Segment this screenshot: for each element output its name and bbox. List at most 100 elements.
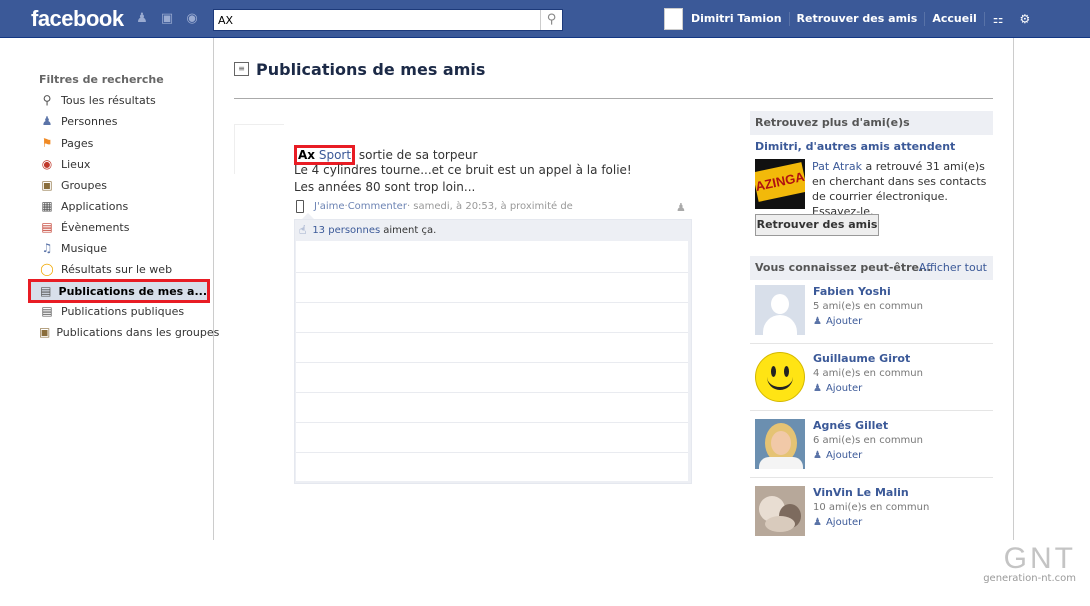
filter-label: Évènements — [61, 220, 130, 234]
top-nav: Dimitri Tamion Retrouver des amis Accuei… — [664, 8, 1038, 30]
filter-web-results[interactable]: ◯ Résultats sur le web — [39, 260, 209, 278]
filter-groups[interactable]: ▣ Groupes — [39, 176, 209, 194]
friend-requests-icon[interactable]: ♟ — [134, 12, 150, 26]
filter-label: Publications publiques — [61, 304, 185, 318]
magnifier-icon: ⚲ — [42, 93, 52, 107]
find-friends-link[interactable]: Retrouver des amis — [790, 12, 926, 26]
add-friend-label: Ajouter — [825, 517, 863, 528]
comments-area — [296, 241, 688, 481]
smiley-avatar[interactable] — [755, 352, 805, 402]
comment-divider — [296, 422, 688, 423]
like-link[interactable]: J'aime — [314, 201, 345, 212]
pymk-person: Agnés Gillet 6 ami(e)s en commun ♟ Ajoute… — [755, 419, 993, 486]
pymk-person: Guillaume Girot 4 ami(e)s en commun ♟ Ajo… — [755, 352, 993, 419]
facebook-logo[interactable]: facebook — [31, 6, 124, 32]
filter-public-posts[interactable]: ▤ Publications publiques — [39, 302, 209, 320]
post-first-line: Ax Sport sortie de sa torpeur — [294, 145, 477, 165]
finder-person-link[interactable]: Pat Atrak — [812, 160, 862, 173]
photo-face — [771, 431, 791, 455]
privacy-lock-icon[interactable]: ⚏ — [985, 12, 1012, 26]
watermark-brand: GNT — [1003, 542, 1076, 575]
mutual-friends: 10 ami(e)s en commun — [813, 502, 930, 513]
add-friend-link[interactable]: ♟ Ajouter — [813, 316, 862, 327]
mobile-phone-icon — [296, 200, 304, 213]
friend-finder-logo-text: AZINGA — [755, 162, 805, 202]
pymk-person: Fabien Yoshi 5 ami(e)s en commun ♟ Ajoute… — [755, 285, 993, 352]
comment-divider — [296, 272, 688, 273]
pymk-divider — [750, 343, 993, 344]
pymk-divider — [750, 410, 993, 411]
friends-waiting-link[interactable]: Dimitri, d'autres amis attendent — [755, 140, 955, 153]
add-friend-icon: ♟ — [813, 450, 822, 461]
profile-link[interactable]: Dimitri Tamion — [691, 12, 790, 26]
add-friend-link[interactable]: ♟ Ajouter — [813, 383, 862, 394]
add-friend-link[interactable]: ♟ Ajouter — [813, 450, 862, 461]
flag-icon: ⚑ — [41, 136, 53, 150]
gear-icon[interactable]: ⚙ — [1012, 12, 1039, 26]
likes-row: ☝ 13 personnes aiment ça. — [299, 223, 436, 237]
profile-photo[interactable] — [755, 419, 805, 469]
search-input[interactable] — [218, 13, 538, 28]
friend-finder-description: Pat Atrak a retrouvé 31 ami(e)s en cherc… — [812, 159, 990, 219]
add-friend-icon: ♟ — [813, 316, 822, 327]
messages-icon[interactable]: ▣ — [159, 12, 175, 26]
page-title: Publications de mes amis — [256, 60, 486, 79]
search-icon[interactable]: ⚲ — [540, 10, 562, 30]
find-friends-button[interactable]: Retrouver des amis — [755, 214, 879, 236]
pymk-name[interactable]: VinVin Le Malin — [813, 486, 909, 499]
post-author-avatar[interactable] — [234, 124, 284, 174]
feed-icon: ▤ — [41, 304, 53, 318]
photo-shape — [765, 516, 795, 532]
add-friend-label: Ajouter — [825, 316, 863, 327]
filter-events[interactable]: ▤ Évènements — [39, 218, 209, 236]
post-text-line2: Le 4 cylindres tourne...et ce bruit est … — [294, 163, 632, 177]
pymk-person: VinVin Le Malin 10 ami(e)s en commun ♟ Aj… — [755, 486, 993, 553]
filter-all-results[interactable]: ⚲ Tous les résultats — [39, 91, 209, 109]
default-avatar[interactable] — [755, 285, 805, 335]
pymk-name[interactable]: Fabien Yoshi — [813, 285, 891, 298]
likes-count-link[interactable]: 13 personnes — [312, 225, 380, 236]
filter-label: Musique — [61, 241, 107, 255]
comment-divider — [296, 302, 688, 303]
mutual-friends: 4 ami(e)s en commun — [813, 368, 923, 379]
filter-label: Pages — [61, 136, 94, 150]
see-all-link[interactable]: Afficher tout — [919, 256, 987, 280]
filter-label: Applications — [61, 199, 129, 213]
post-text-line1: sortie de sa torpeur — [355, 148, 478, 162]
home-link[interactable]: Accueil — [925, 12, 985, 26]
likes-text: aiment ça. — [383, 224, 437, 236]
post-author-rest: Sport — [315, 148, 352, 162]
notifications-globe-icon[interactable]: ◉ — [184, 12, 200, 26]
post-text-line3: Les années 80 sont trop loin... — [294, 180, 476, 194]
filter-group-posts[interactable]: ▣ Publications dans les groupes — [39, 323, 219, 341]
add-friend-label: Ajouter — [825, 450, 863, 461]
comment-divider — [296, 332, 688, 333]
pymk-name[interactable]: Agnés Gillet — [813, 419, 888, 432]
calendar-icon: ▤ — [41, 220, 53, 234]
silhouette-head — [771, 294, 789, 314]
pymk-name[interactable]: Guillaume Girot — [813, 352, 910, 365]
filter-label: Personnes — [61, 114, 118, 128]
filter-applications[interactable]: ▦ Applications — [39, 197, 209, 215]
filter-label: Groupes — [61, 178, 107, 192]
comment-link[interactable]: Commenter — [348, 201, 407, 212]
profile-photo[interactable] — [755, 486, 805, 536]
thumbs-up-icon: ☝ — [299, 223, 307, 237]
filter-pages[interactable]: ⚑ Pages — [39, 134, 209, 152]
gnt-watermark: GNT generation-nt.com — [966, 542, 1076, 585]
filters-title: Filtres de recherche — [39, 73, 164, 86]
filter-music[interactable]: ♫ Musique — [39, 239, 209, 257]
friend-finder-logo: AZINGA — [755, 159, 805, 209]
filter-people[interactable]: ♟ Personnes — [39, 112, 209, 130]
filter-places[interactable]: ◉ Lieux — [39, 155, 209, 173]
pymk-header: Vous connaissez peut-être... Afficher to… — [750, 256, 993, 280]
audience-friends-icon[interactable]: ♟ — [676, 201, 686, 214]
post-author-highlight[interactable]: Ax Sport — [294, 145, 356, 165]
feed-icon: ▤ — [40, 284, 52, 298]
pymk-title: Vous connaissez peut-être... — [755, 261, 932, 274]
sidebar-border — [213, 38, 214, 540]
post-timestamp: · samedi, à 20:53, à proximité de — [406, 201, 573, 212]
filter-friends-posts[interactable]: ▤ Publications de mes a... — [28, 279, 210, 303]
add-friend-link[interactable]: ♟ Ajouter — [813, 517, 862, 528]
user-avatar[interactable] — [664, 8, 683, 30]
